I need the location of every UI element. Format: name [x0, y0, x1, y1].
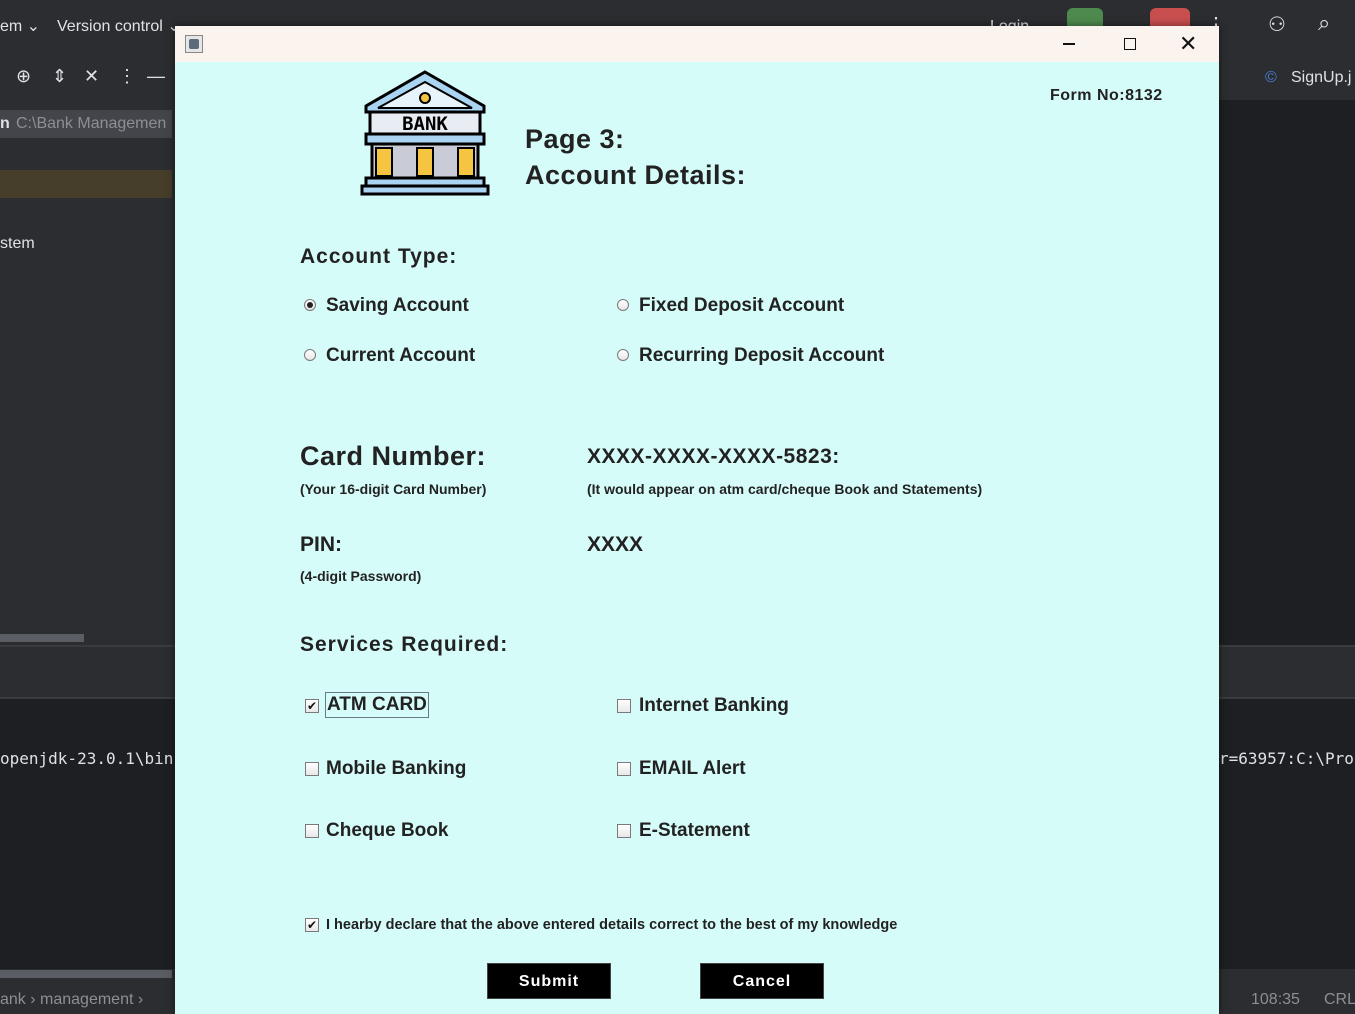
maximize-icon[interactable] — [1124, 38, 1136, 50]
checkbox-label: ATM CARD — [325, 692, 429, 718]
console-line: openjdk-23.0.1\bin — [0, 749, 174, 768]
dialog-titlebar[interactable]: ✕ — [175, 26, 1219, 62]
horizontal-scrollbar[interactable] — [0, 634, 84, 642]
locate-icon[interactable]: ⊕ — [16, 66, 31, 87]
card-number-hint: (Your 16-digit Card Number) — [300, 481, 487, 497]
collapse-icon[interactable]: ✕ — [84, 66, 99, 87]
checkbox-indicator[interactable] — [617, 699, 631, 713]
services-label: Services Required: — [300, 633, 509, 656]
checkbox-atm-card[interactable]: ✔ ATM CARD — [304, 692, 584, 722]
user-add-icon[interactable]: ⚇ — [1268, 12, 1286, 37]
checkbox-mobile-banking[interactable]: Mobile Banking — [304, 755, 584, 785]
radio-indicator[interactable] — [617, 299, 629, 311]
radio-recurring-deposit[interactable]: Recurring Deposit Account — [617, 343, 947, 373]
pin-label: PIN: — [300, 533, 342, 556]
checkbox-label: Internet Banking — [639, 695, 789, 716]
radio-label: Recurring Deposit Account — [639, 345, 885, 366]
pin-value: XXXX — [587, 533, 644, 556]
logo-text: BANK — [402, 113, 448, 135]
options-icon[interactable]: ⋮ — [118, 66, 136, 87]
breadcrumb[interactable]: ank › management › — [0, 991, 143, 1009]
checkbox-indicator[interactable] — [617, 762, 631, 776]
checkbox-indicator[interactable] — [617, 824, 631, 838]
java-app-icon — [185, 35, 203, 53]
radio-indicator[interactable] — [304, 299, 316, 311]
card-number-note: (It would appear on atm card/cheque Book… — [587, 481, 983, 497]
search-icon[interactable]: ⌕ — [1318, 10, 1330, 36]
project-root-row[interactable]: n C:\Bank Managemen — [0, 110, 172, 138]
checkbox-indicator[interactable]: ✔ — [305, 699, 319, 713]
declaration-text: I hearby declare that the above entered … — [326, 917, 898, 933]
pin-hint: (4-digit Password) — [300, 568, 422, 584]
submit-button[interactable]: Submit — [487, 963, 611, 999]
signup-dialog: ✕ BANK Form No:8132 Page 3: Account Deta… — [175, 26, 1219, 1014]
line-separator[interactable]: CRL — [1324, 991, 1355, 1009]
checkbox-label: EMAIL Alert — [639, 758, 746, 779]
card-number-value: XXXX-XXXX-XXXX-5823: — [587, 445, 840, 468]
project-menu[interactable]: em ⌄ — [0, 16, 40, 36]
tree-item[interactable]: stem — [0, 235, 35, 253]
radio-indicator[interactable] — [304, 349, 316, 361]
checkbox-cheque-book[interactable]: Cheque Book — [304, 817, 584, 847]
selected-tree-row[interactable] — [0, 170, 172, 198]
radio-label: Fixed Deposit Account — [639, 295, 845, 316]
checkbox-email-alert[interactable]: EMAIL Alert — [617, 755, 897, 785]
page-title: Account Details: — [525, 160, 747, 190]
checkbox-label: E-Statement — [639, 820, 750, 841]
page-label: Page 3: — [525, 124, 625, 154]
checkbox-indicator[interactable]: ✔ — [305, 918, 319, 932]
class-icon: © — [1265, 69, 1277, 86]
checkbox-indicator[interactable] — [305, 762, 319, 776]
checkbox-e-statement[interactable]: E-Statement — [617, 817, 897, 847]
checkbox-label: Cheque Book — [326, 820, 449, 841]
radio-saving-account[interactable]: Saving Account — [304, 293, 594, 323]
checkbox-label: Mobile Banking — [326, 758, 467, 779]
console-line: r=63957:C:\Pro — [1219, 749, 1354, 768]
radio-indicator[interactable] — [617, 349, 629, 361]
checkbox-internet-banking[interactable]: Internet Banking — [617, 692, 897, 722]
editor-area — [1219, 100, 1355, 645]
editor-tab[interactable]: © SignUp.j — [1219, 62, 1355, 96]
expand-icon[interactable]: ⇕ — [52, 66, 67, 87]
radio-label: Current Account — [326, 345, 476, 366]
radio-fixed-deposit[interactable]: Fixed Deposit Account — [617, 293, 947, 323]
close-icon[interactable]: ✕ — [1179, 31, 1197, 57]
console-scrollbar[interactable] — [0, 970, 172, 978]
vcs-menu[interactable]: Version control ⌄ — [57, 16, 181, 36]
account-type-label: Account Type: — [300, 245, 458, 268]
cursor-position[interactable]: 108:35 — [1251, 991, 1300, 1009]
card-number-label: Card Number: — [300, 441, 487, 471]
radio-label: Saving Account — [326, 295, 469, 316]
radio-current-account[interactable]: Current Account — [304, 343, 594, 373]
minimize-icon[interactable] — [1063, 43, 1075, 45]
checkbox-declaration[interactable]: ✔ I hearby declare that the above entere… — [304, 914, 1004, 938]
bank-logo-icon: BANK — [360, 70, 490, 196]
checkbox-indicator[interactable] — [305, 824, 319, 838]
cancel-button[interactable]: Cancel — [700, 963, 824, 999]
form-number: Form No:8132 — [1050, 87, 1163, 104]
hide-icon[interactable]: — — [147, 66, 165, 87]
